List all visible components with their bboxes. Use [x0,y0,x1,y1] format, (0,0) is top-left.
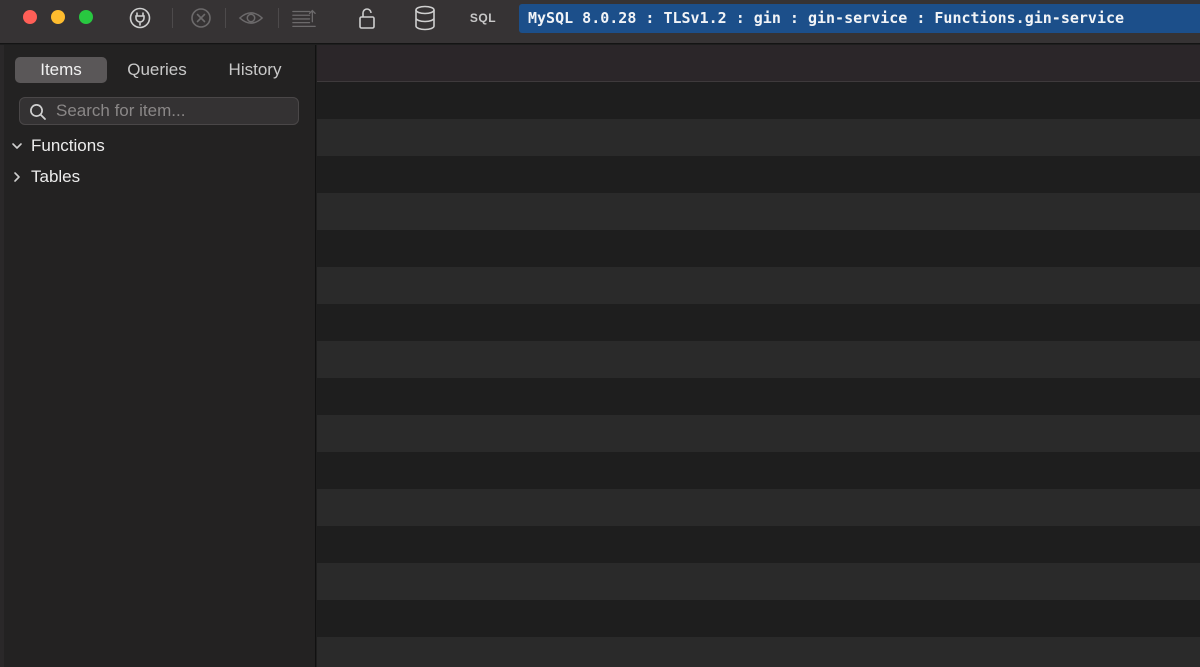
stop-icon[interactable] [188,6,214,30]
connection-info-bar: MySQL 8.0.28 : TLSv1.2 : gin : gin-servi… [519,4,1200,33]
minimize-window-button[interactable] [51,10,65,24]
content-area [317,45,1200,667]
text-align-icon[interactable] [291,6,317,30]
database-icon[interactable] [412,5,438,31]
search-icon [30,104,46,120]
toolbar-separator [225,8,226,28]
tab-items[interactable]: Items [15,56,107,83]
search-box [19,97,299,125]
preview-icon-svg [238,12,264,24]
preview-icon[interactable] [238,6,264,30]
tree-item-functions[interactable]: Functions [8,134,105,158]
toolbar-separator [278,8,279,28]
chevron-down-icon[interactable] [8,137,26,155]
tab-history[interactable]: History [207,57,303,83]
sidebar-segmented-control: Items Queries History [15,56,305,83]
app-window: SQL MySQL 8.0.28 : TLSv1.2 : gin : gin-s… [0,0,1200,667]
tree-item-label: Functions [31,136,105,155]
stop-icon-svg [191,8,211,28]
connection-plug-icon[interactable] [127,6,153,30]
sql-button[interactable]: SQL [467,10,499,26]
empty-table-rows [317,82,1200,667]
database-icon-svg [415,5,435,31]
lock-icon-svg [359,8,375,29]
tree-item-tables[interactable]: Tables [8,165,80,189]
toolbar: SQL MySQL 8.0.28 : TLSv1.2 : gin : gin-s… [0,0,1200,44]
lock-icon[interactable] [354,6,380,30]
close-window-button[interactable] [23,10,37,24]
tree-item-label: Tables [31,167,81,186]
tab-queries[interactable]: Queries [107,57,207,83]
sidebar: Items Queries History Functions Tables [4,45,316,667]
text-align-icon-svg [292,9,316,28]
connection-plug-icon-svg [129,7,151,29]
content-header [317,45,1200,82]
toolbar-separator [172,8,173,28]
maximize-window-button[interactable] [79,10,93,24]
search-input[interactable] [56,99,294,123]
chevron-right-icon[interactable] [8,168,26,186]
